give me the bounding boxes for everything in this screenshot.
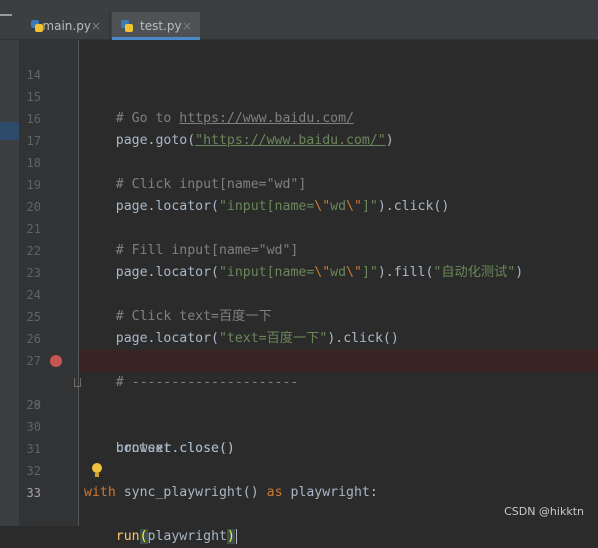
code-line: 17 [0, 108, 598, 148]
code-line: 32 with sync_playwright() as playwright: [0, 438, 598, 500]
editor-tab-bar: main.py × test.py × [0, 0, 598, 40]
tab-label: test.py [140, 19, 182, 33]
close-icon[interactable]: × [182, 19, 192, 33]
code-line: 19 page.locator("input[name=\"wd\"]").cl… [0, 152, 598, 214]
code-line-breakpoint: 28 context.close() [0, 350, 598, 456]
tab-label: main.py [42, 19, 91, 33]
breakpoint-icon[interactable] [50, 355, 62, 367]
python-file-icon [30, 19, 43, 33]
close-icon[interactable]: × [91, 19, 101, 33]
code-line: 23 [0, 240, 598, 280]
watermark: CSDN @hikktn [504, 505, 584, 518]
code-line: 20 [0, 174, 598, 214]
collapse-handle[interactable] [0, 14, 12, 16]
code-line: 15 # Go to https://www.baidu.com/ [0, 64, 598, 126]
fold-end-icon[interactable] [74, 378, 81, 387]
code-line: 22 page.locator("input[name=\"wd\"]").fi… [0, 218, 598, 280]
code-line: 16 page.goto("https://www.baidu.com/") [0, 86, 598, 148]
code-line: 27 # --------------------- [0, 328, 598, 390]
code-line: 30 [0, 394, 598, 434]
python-file-icon [120, 19, 134, 33]
code-text: run(playwright) [115, 528, 237, 544]
code-line: 18 # Click input[name="wd"] [0, 130, 598, 192]
code-line: 26 [0, 306, 598, 346]
code-line: 14 [0, 42, 598, 82]
tab-main-py[interactable]: main.py × [22, 12, 110, 40]
code-line: 31 [0, 416, 598, 456]
breakpoint-highlight [79, 350, 598, 372]
line-number: 33 [26, 486, 41, 500]
code-line-current: 33 run(playwright) [0, 460, 598, 544]
text-caret [235, 528, 237, 544]
lightbulb-icon[interactable] [92, 463, 102, 478]
code-line: 24 # Click text=百度一下 [0, 262, 598, 324]
code-line: 21 # Fill input[name="wd"] [0, 196, 598, 258]
code-text: with sync_playwright() as playwright: [84, 485, 378, 500]
code-line: 25 page.locator("text=百度一下").click() [0, 284, 598, 346]
tab-test-py[interactable]: test.py × [112, 12, 200, 40]
code-line: 29 browser.close() [0, 372, 598, 456]
